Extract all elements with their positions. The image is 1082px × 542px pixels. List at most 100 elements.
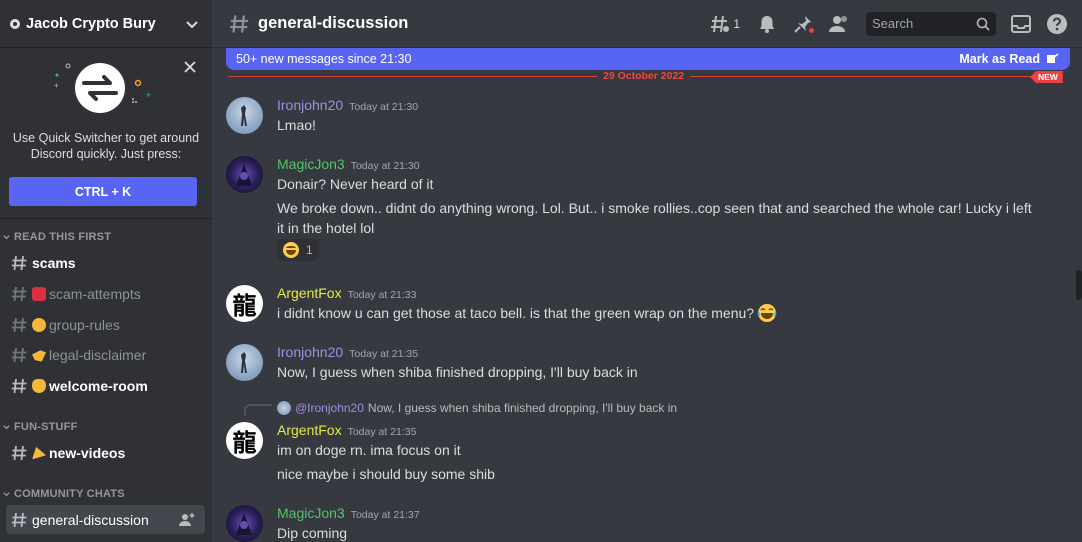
handshake-icon — [32, 317, 46, 332]
message-author[interactable]: Ironjohn20 Today at 21:30 — [277, 97, 418, 113]
add-member-icon[interactable] — [179, 512, 195, 528]
message-timestamp: Today at 21:35 — [347, 426, 417, 438]
quick-switcher-text: Use Quick Switcher to get around Discord… — [12, 131, 200, 161]
avatar[interactable] — [226, 344, 263, 381]
new-badge: NEW — [1030, 71, 1063, 83]
svg-text:+: + — [146, 90, 151, 100]
category-read-this-first[interactable]: READ THIS FIRST — [0, 229, 111, 245]
mark-as-read-button[interactable]: Mark as Read — [959, 52, 1060, 66]
channel-scams[interactable]: scams — [6, 248, 205, 277]
inbox-icon[interactable] — [1010, 13, 1032, 35]
channel-group-rules[interactable]: group-rules — [6, 310, 205, 339]
hash-icon — [11, 378, 27, 393]
channel-legal-disclaimer[interactable]: legal-disclaimer — [6, 340, 205, 369]
hash-icon — [11, 512, 27, 527]
message-text: Donair? Never heard of it — [277, 176, 434, 192]
category-label: READ THIS FIRST — [14, 231, 112, 243]
svg-text:+: + — [54, 81, 59, 90]
message-timestamp: Today at 21:30 — [349, 101, 419, 113]
chevron-down-icon[interactable] — [184, 16, 200, 32]
author-name[interactable]: Ironjohn20 — [277, 97, 343, 113]
pinned-messages-button[interactable] — [792, 13, 815, 35]
message-text: im on doge rn. ima focus on it — [277, 442, 461, 458]
server-name: Jacob Crypto Bury — [26, 15, 156, 32]
channel-sidebar: Jacob Crypto Bury + + Use Quick Switcher… — [0, 0, 212, 542]
hash-icon — [11, 317, 27, 332]
threads-button[interactable]: 1 — [709, 13, 740, 35]
bell-icon[interactable] — [756, 13, 778, 35]
avatar[interactable] — [226, 97, 263, 134]
author-name[interactable]: MagicJon3 — [277, 505, 345, 521]
message-timestamp: Today at 21:37 — [350, 509, 420, 521]
user-silhouette-icon — [241, 105, 247, 126]
chevron-down-icon — [3, 491, 10, 496]
chevron-down-icon — [3, 424, 10, 429]
channel-header: general-discussion 1 Search — [212, 0, 1082, 48]
reply-mention[interactable]: @Ironjohn20 — [295, 401, 364, 415]
message-timestamp: Today at 21:30 — [350, 160, 420, 172]
avatar-dragon-glyph: 龍 — [232, 428, 257, 457]
channel-label: legal-disclaimer — [49, 346, 147, 363]
avatar[interactable]: 龍 — [226, 285, 263, 322]
message-text: i didnt know u can get those at taco bel… — [277, 303, 777, 323]
server-header[interactable]: Jacob Crypto Bury — [0, 0, 212, 48]
message-timestamp: Today at 21:35 — [349, 348, 419, 360]
author-name[interactable]: Ironjohn20 — [277, 344, 343, 360]
author-name[interactable]: ArgentFox — [277, 422, 342, 438]
message-timestamp: Today at 21:33 — [347, 289, 417, 301]
new-messages-text: 50+ new messages since 21:30 — [236, 52, 412, 66]
message-author[interactable]: Ironjohn20 Today at 21:35 — [277, 344, 418, 360]
wizard-icon — [236, 164, 252, 186]
threads-count: 1 — [733, 16, 740, 31]
search-icon — [976, 17, 990, 31]
waving-hand-icon — [32, 378, 46, 393]
new-messages-banner[interactable]: 50+ new messages since 21:30 Mark as Rea… — [226, 48, 1070, 70]
quick-switcher-shortcut-button[interactable]: CTRL + K — [9, 177, 197, 206]
channel-welcome-room[interactable]: welcome-room — [6, 371, 205, 400]
channel-label: group-rules — [49, 316, 120, 333]
threads-icon — [711, 15, 730, 32]
channel-label: general-discussion — [32, 511, 149, 528]
unread-pin-indicator — [808, 26, 815, 34]
quick-switcher-tip: + + Use Quick Switcher to get around Dis… — [0, 48, 212, 219]
message-text: nice maybe i should buy some shib — [277, 466, 495, 482]
avatar[interactable] — [226, 505, 263, 542]
close-icon[interactable] — [182, 59, 198, 75]
help-icon[interactable] — [1046, 13, 1068, 35]
channel-new-videos[interactable]: new-videos — [6, 438, 205, 467]
category-community-chats[interactable]: COMMUNITY CHATS — [0, 486, 125, 502]
member-list-icon[interactable] — [828, 13, 850, 35]
mark-read-icon — [1047, 53, 1059, 63]
hash-icon — [230, 14, 249, 33]
avatar-dragon-glyph: 龍 — [232, 291, 257, 320]
message-author[interactable]: MagicJon3 Today at 21:30 — [277, 156, 420, 172]
message-author[interactable]: ArgentFox Today at 21:33 — [277, 285, 416, 301]
avatar[interactable]: 龍 — [226, 422, 263, 459]
channel-general-discussion[interactable]: general-discussion — [6, 505, 205, 534]
message-author[interactable]: MagicJon3 Today at 21:37 — [277, 505, 420, 521]
message-author[interactable]: ArgentFox Today at 21:35 — [277, 422, 416, 438]
message-text-content: i didnt know u can get those at taco bel… — [277, 305, 755, 321]
search-input[interactable]: Search — [866, 11, 996, 36]
scrollbar-thumb[interactable] — [1076, 270, 1082, 300]
hash-icon — [11, 255, 27, 270]
avatar[interactable] — [226, 156, 263, 193]
message-text: We broke down.. didnt do anything wrong.… — [277, 200, 1032, 236]
author-name[interactable]: MagicJon3 — [277, 156, 345, 172]
pointing-hand-icon — [32, 350, 46, 362]
reaction-button[interactable]: 1 — [277, 239, 319, 261]
channel-label: new-videos — [49, 444, 126, 461]
category-label: COMMUNITY CHATS — [14, 488, 125, 500]
wizard-icon — [236, 513, 252, 535]
channel-scam-attempts[interactable]: scam-attempts — [6, 279, 205, 308]
channel-title: general-discussion — [258, 14, 409, 32]
joy-icon — [283, 242, 299, 258]
category-fun-stuff[interactable]: FUN-STUFF — [0, 419, 78, 435]
channel-label: scams — [32, 254, 76, 271]
author-name[interactable]: ArgentFox — [277, 285, 342, 301]
sos-icon — [32, 286, 46, 301]
reply-text: Now, I guess when shiba finished droppin… — [367, 401, 678, 415]
reply-reference[interactable]: @Ironjohn20 Now, I guess when shiba fini… — [277, 401, 677, 415]
user-silhouette-icon — [241, 352, 247, 373]
reply-connector — [244, 404, 272, 416]
